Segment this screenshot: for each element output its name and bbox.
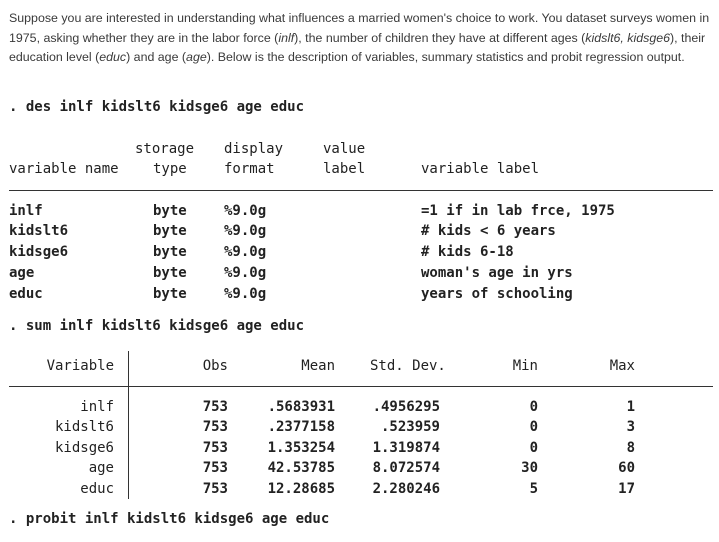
var-label: # kids 6-18 bbox=[421, 244, 514, 260]
row-std-dev: .523959 bbox=[380, 419, 440, 435]
row-mean: .2377158 bbox=[267, 419, 335, 435]
var-type: byte bbox=[153, 203, 187, 219]
var-name: inlf bbox=[9, 203, 43, 219]
var-format: %9.0g bbox=[224, 223, 267, 239]
summary-divider bbox=[9, 386, 713, 387]
row-obs: 753 bbox=[202, 460, 228, 476]
var-type: byte bbox=[153, 265, 187, 281]
row-std-dev: 2.280246 bbox=[372, 481, 440, 497]
var-name: educ bbox=[9, 286, 43, 302]
row-mean: .5683931 bbox=[267, 399, 335, 415]
var-name: kidsge6 bbox=[9, 244, 69, 260]
row-obs: 753 bbox=[202, 399, 228, 415]
header-storage: storage bbox=[135, 141, 195, 157]
row-obs: 753 bbox=[202, 440, 228, 456]
row-variable: kidslt6 bbox=[54, 419, 114, 435]
row-max: 17 bbox=[618, 481, 635, 497]
row-mean: 42.53785 bbox=[267, 460, 335, 476]
row-variable: inlf bbox=[80, 399, 114, 415]
row-max: 1 bbox=[626, 399, 635, 415]
row-obs: 753 bbox=[202, 419, 228, 435]
summary-command: . sum inlf kidslt6 kidsge6 age educ bbox=[9, 318, 305, 334]
header-format: format bbox=[224, 161, 275, 177]
var-label: # kids < 6 years bbox=[421, 223, 556, 239]
row-std-dev: 1.319874 bbox=[372, 440, 440, 456]
summary-column-separator bbox=[128, 351, 129, 499]
var-label: years of schooling bbox=[421, 286, 573, 302]
header-value: value bbox=[323, 141, 366, 157]
header-std-dev: Std. Dev. bbox=[370, 358, 446, 374]
var-type: byte bbox=[153, 244, 187, 260]
describe-divider bbox=[9, 190, 713, 191]
var-name: kidslt6 bbox=[9, 223, 69, 239]
row-variable: age bbox=[88, 460, 114, 476]
row-max: 8 bbox=[626, 440, 635, 456]
var-type: byte bbox=[153, 223, 187, 239]
describe-command: . des inlf kidslt6 kidsge6 age educ bbox=[9, 99, 305, 115]
var-type: byte bbox=[153, 286, 187, 302]
intro-paragraph: Suppose you are interested in understand… bbox=[9, 11, 710, 64]
row-variable: kidsge6 bbox=[54, 440, 114, 456]
row-min: 30 bbox=[521, 460, 538, 476]
row-min: 0 bbox=[529, 419, 538, 435]
header-variable-name: variable name bbox=[9, 161, 119, 177]
var-label: =1 if in lab frce, 1975 bbox=[421, 203, 615, 219]
row-std-dev: 8.072574 bbox=[372, 460, 440, 476]
probit-command: . probit inlf kidslt6 kidsge6 age educ bbox=[9, 511, 330, 527]
header-obs: Obs bbox=[202, 358, 228, 374]
header-max: Max bbox=[609, 358, 635, 374]
header-label: label bbox=[323, 161, 366, 177]
var-format: %9.0g bbox=[224, 265, 267, 281]
var-format: %9.0g bbox=[224, 244, 267, 260]
row-variable: educ bbox=[80, 481, 114, 497]
row-max: 3 bbox=[626, 419, 635, 435]
row-mean: 1.353254 bbox=[267, 440, 335, 456]
header-min: Min bbox=[512, 358, 538, 374]
var-label: woman's age in yrs bbox=[421, 265, 573, 281]
header-display: display bbox=[224, 141, 284, 157]
header-type: type bbox=[153, 161, 187, 177]
row-min: 0 bbox=[529, 399, 538, 415]
row-std-dev: .4956295 bbox=[372, 399, 440, 415]
row-max: 60 bbox=[618, 460, 635, 476]
row-min: 5 bbox=[529, 481, 538, 497]
row-obs: 753 bbox=[202, 481, 228, 497]
row-min: 0 bbox=[529, 440, 538, 456]
var-format: %9.0g bbox=[224, 286, 267, 302]
header-variable-label: variable label bbox=[421, 161, 540, 177]
var-format: %9.0g bbox=[224, 203, 267, 219]
header-variable: Variable bbox=[46, 358, 114, 374]
var-name: age bbox=[9, 265, 35, 281]
row-mean: 12.28685 bbox=[267, 481, 335, 497]
header-mean: Mean bbox=[301, 358, 335, 374]
